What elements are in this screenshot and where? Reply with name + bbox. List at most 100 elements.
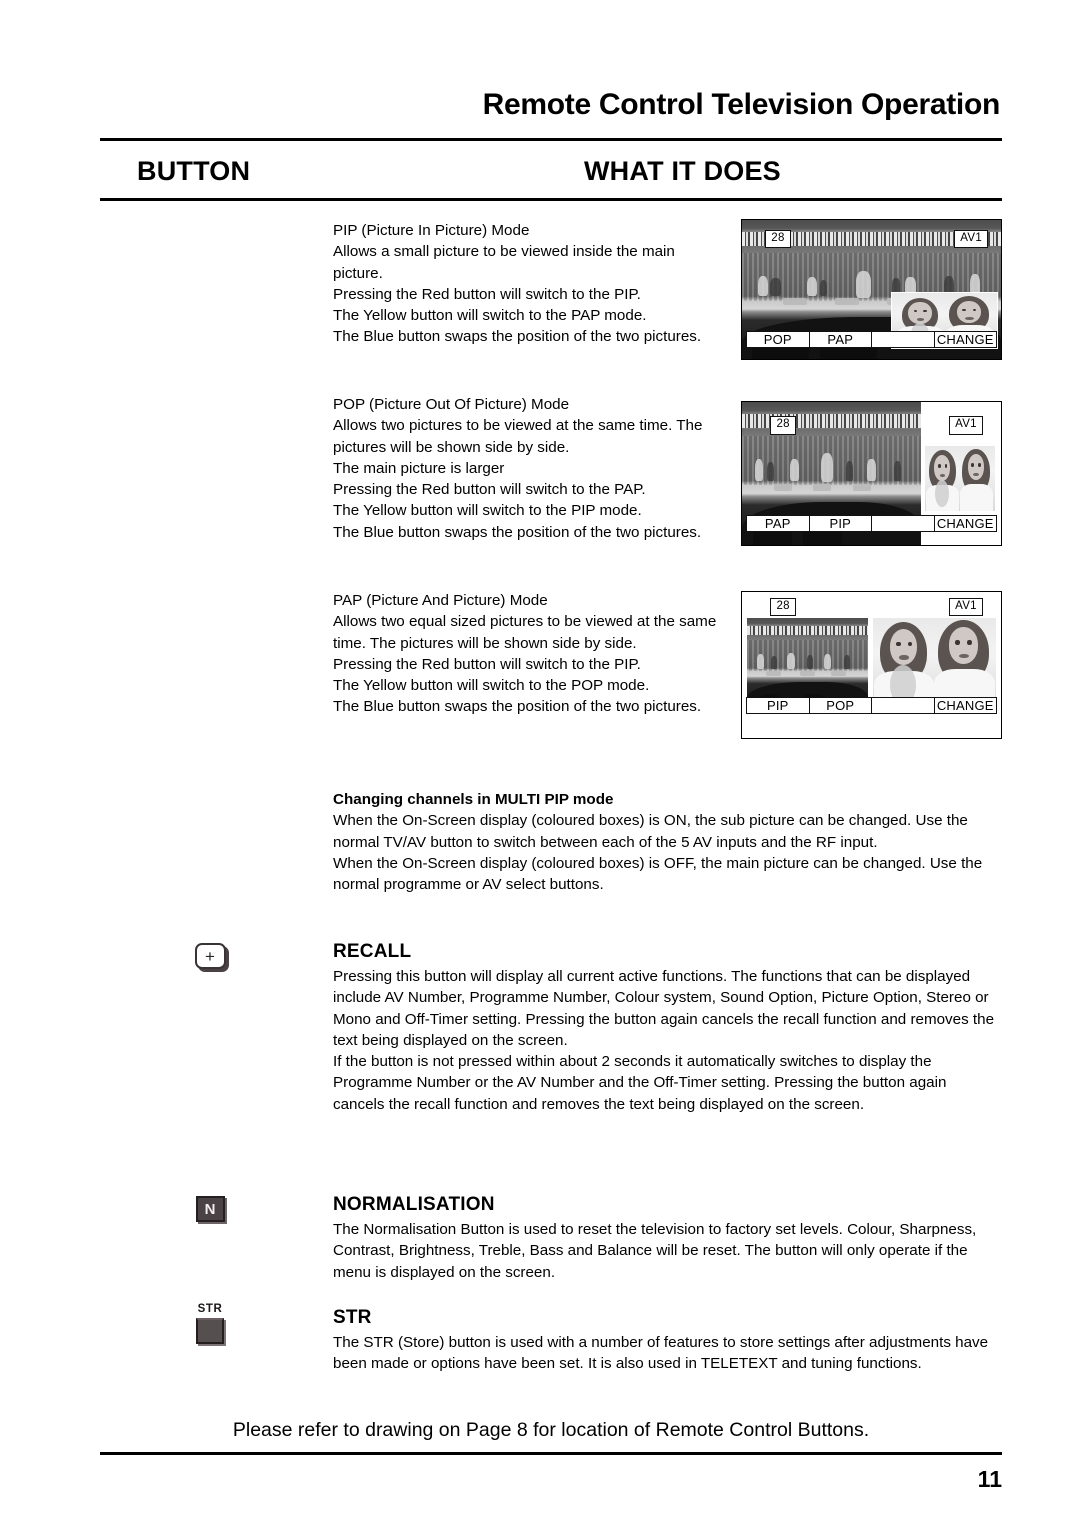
performer: [806, 276, 818, 297]
performer: [786, 652, 796, 669]
performer: [820, 453, 834, 483]
osd-bar-cell-red[interactable]: PIP: [747, 698, 810, 713]
eye: [938, 464, 941, 469]
eye: [955, 639, 960, 645]
osd-bar-cell-red[interactable]: POP: [747, 332, 810, 347]
girl-left: [926, 446, 960, 511]
tv-screen-pop: 28 AV1 PAP PIP CHANGE: [741, 401, 1002, 546]
osd-bar-cell-yellow[interactable]: PIP: [810, 516, 872, 531]
plus-key-icon: +: [194, 943, 226, 969]
performer: [754, 459, 764, 481]
stage-lighting-rail: [742, 414, 921, 429]
performer: [757, 275, 768, 297]
footer-divider: [100, 1452, 1002, 1455]
shirt-print: [935, 480, 949, 508]
column-heading-what-it-does: WHAT IT DOES: [584, 156, 781, 186]
performer: [893, 460, 902, 481]
stage-monitor: [831, 670, 846, 677]
letter-n-icon: N: [204, 1200, 216, 1218]
header-divider-top: [100, 138, 1002, 141]
performer: [819, 279, 828, 297]
osd-function-bar-pop: PAP PIP CHANGE: [746, 515, 997, 532]
str-key-icon: [196, 1318, 224, 1344]
str-key-label: STR: [197, 1303, 223, 1315]
girl-right: [959, 446, 994, 511]
osd-bar-cell-blank[interactable]: [872, 698, 935, 713]
osd-programme-number: 28: [770, 597, 796, 617]
mouth: [958, 653, 970, 659]
multi-pip-heading: Changing channels in MULTI PIP mode: [333, 791, 614, 808]
osd-bar-cell-yellow[interactable]: PAP: [810, 332, 872, 347]
osd-bar-cell-change[interactable]: CHANGE: [935, 332, 997, 347]
stage-monitor: [852, 483, 871, 491]
str-heading: STR: [333, 1307, 372, 1328]
osd-bar-cell-change[interactable]: CHANGE: [935, 698, 997, 713]
osd-av-number: AV1: [949, 416, 983, 435]
performer: [843, 655, 850, 669]
mouth: [916, 318, 925, 321]
mouth: [965, 316, 974, 320]
tv-screen-pap: 28 AV1 PIP POP CHANGE: [741, 591, 1002, 739]
page-title: Remote Control Television Operation: [482, 88, 1001, 121]
pop-stage: 28 AV1 PAP PIP CHANGE: [742, 402, 1001, 545]
stage-monitor: [774, 483, 793, 491]
sub-picture-girls: [924, 446, 995, 511]
manual-page: Remote Control Television Operation BUTT…: [0, 0, 1080, 1528]
tv-screen-pip: 28 AV1 POP PAP CHANGE: [741, 219, 1002, 360]
performer: [845, 460, 853, 481]
osd-av-number: AV1: [954, 229, 989, 249]
stage-monitor: [783, 297, 807, 305]
section-multi-pip: Changing channels in MULTI PIP mode When…: [333, 789, 1001, 895]
pip-stage: 28 AV1 POP PAP CHANGE: [742, 220, 1001, 359]
osd-bar-cell-blank[interactable]: [872, 516, 935, 531]
performer: [867, 459, 876, 481]
osd-bar-cell-blank[interactable]: [872, 332, 935, 347]
stage-lighting-rail: [747, 625, 868, 635]
osd-programme-number: 28: [765, 229, 791, 249]
str-button-illustration: STR: [135, 1303, 285, 1344]
stage-monitor: [800, 670, 815, 677]
osd-function-bar-pap: PIP POP CHANGE: [746, 697, 997, 714]
performer: [771, 656, 778, 669]
multi-pip-body: When the On-Screen display (coloured box…: [333, 812, 983, 894]
girl-right: [934, 618, 995, 709]
recall-heading: RECALL: [333, 941, 412, 962]
osd-function-bar-pip: POP PAP CHANGE: [746, 331, 997, 348]
normalisation-body: The Normalisation Button is used to rese…: [333, 1221, 977, 1281]
face: [908, 302, 932, 325]
performer: [807, 655, 814, 669]
eye: [896, 641, 901, 647]
section-str: STR The STR (Store) button is used with …: [333, 1306, 1001, 1375]
recall-body: Pressing this button will display all cu…: [333, 968, 995, 1113]
pap-body: PAP (Picture And Picture) Mode Allows tw…: [333, 592, 717, 716]
mouth: [899, 655, 909, 660]
section-recall: RECALL Pressing this button will display…: [333, 940, 1001, 1115]
normalisation-button-illustration: N: [135, 1196, 285, 1222]
n-key-icon: N: [195, 1196, 225, 1222]
osd-bar-cell-yellow[interactable]: POP: [810, 698, 872, 713]
pap-stage: 28 AV1 PIP POP CHANGE: [742, 592, 1001, 738]
eye: [971, 463, 974, 467]
eye: [978, 463, 981, 467]
performer: [855, 271, 872, 298]
shirt: [959, 483, 993, 511]
performer: [824, 653, 832, 669]
osd-bar-cell-change[interactable]: CHANGE: [935, 516, 997, 531]
eye: [967, 639, 972, 645]
mouth: [973, 472, 979, 476]
face: [967, 454, 984, 480]
performer: [756, 654, 765, 669]
performer: [770, 278, 781, 297]
str-body: The STR (Store) button is used with a nu…: [333, 1334, 989, 1373]
header-divider-bottom: [100, 198, 1002, 201]
concert-photo-main: [747, 618, 868, 709]
stage-monitor: [813, 483, 832, 491]
osd-av-number: AV1: [949, 597, 983, 617]
osd-programme-number: 28: [770, 416, 796, 435]
performer: [767, 462, 775, 481]
normalisation-heading: NORMALISATION: [333, 1194, 495, 1215]
stage-monitor: [835, 297, 859, 305]
column-heading-button: BUTTON: [137, 156, 251, 186]
sub-picture-girls: [872, 618, 996, 709]
osd-bar-cell-red[interactable]: PAP: [747, 516, 810, 531]
